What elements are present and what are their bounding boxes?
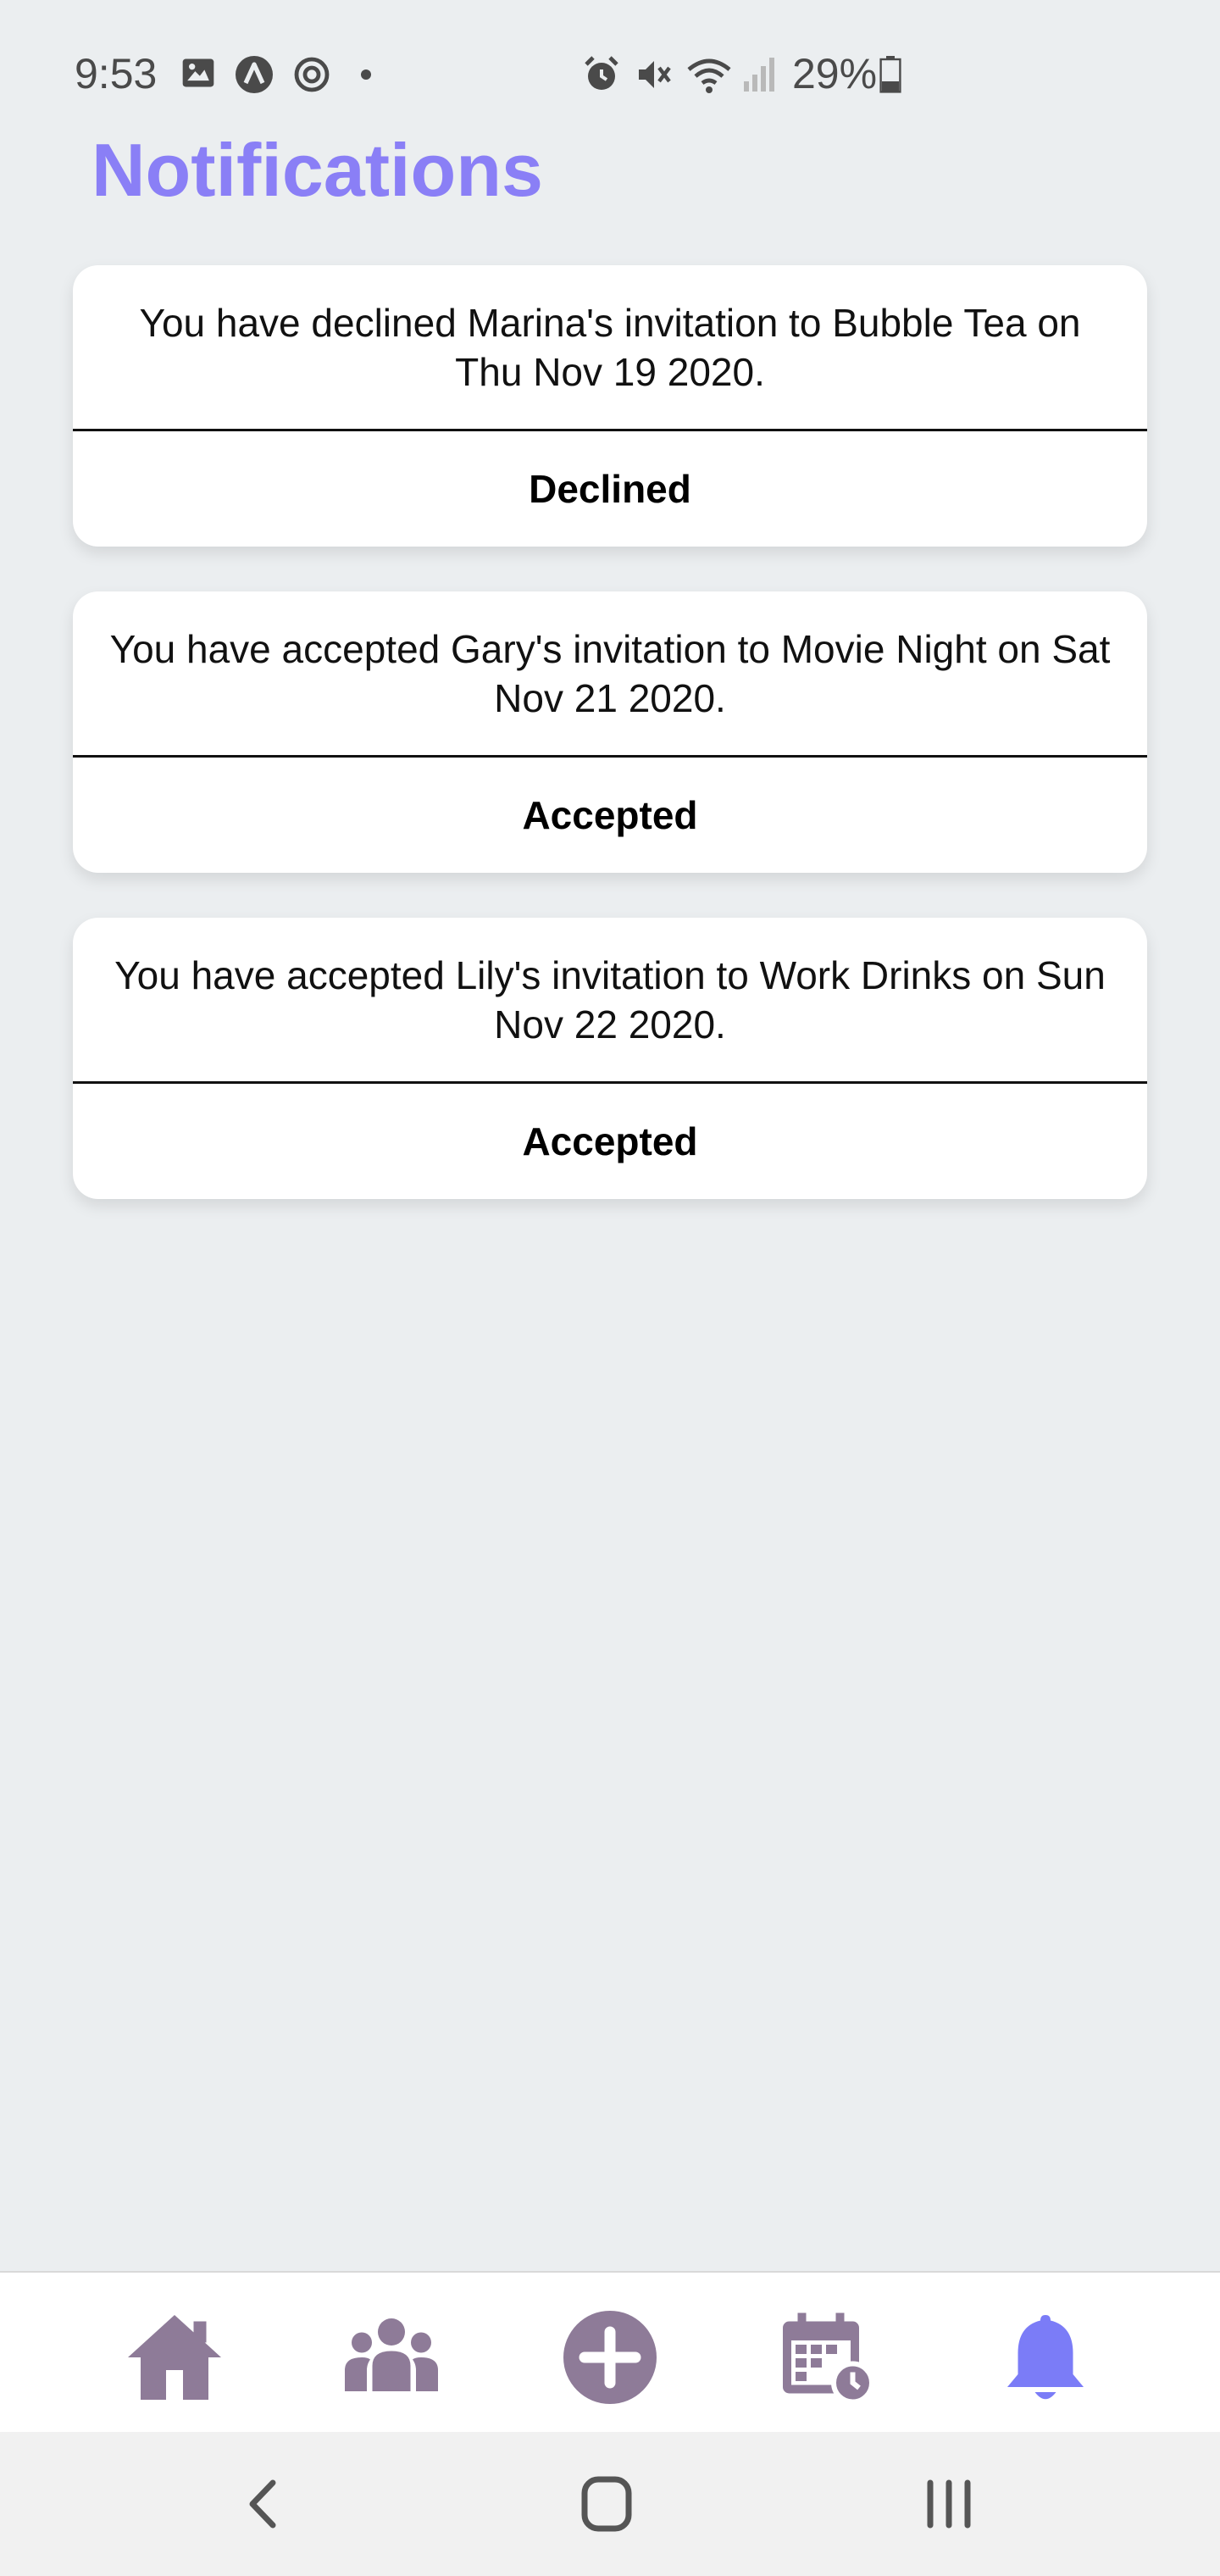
- back-icon[interactable]: [222, 2466, 307, 2542]
- add-icon[interactable]: [559, 2307, 661, 2408]
- calendar-icon[interactable]: [774, 2307, 876, 2408]
- dot-icon: [361, 69, 371, 80]
- bell-icon[interactable]: [995, 2307, 1096, 2408]
- notification-status: Declined: [529, 467, 691, 511]
- page-title: Notifications: [92, 128, 543, 212]
- status-time: 9:53: [75, 50, 158, 97]
- app-icon: [236, 56, 273, 93]
- sync-icon: [294, 57, 330, 92]
- notification-card[interactable]: You have accepted Lily's invitation to W…: [73, 918, 1147, 1199]
- mute-icon: [639, 61, 671, 88]
- signal-icon: [744, 58, 774, 92]
- notification-message: You have accepted Gary's invitation to M…: [109, 626, 1111, 720]
- home-circle-icon[interactable]: [564, 2466, 649, 2542]
- home-icon[interactable]: [124, 2307, 225, 2408]
- battery-percent: 29%: [792, 50, 878, 97]
- wifi-icon: [687, 58, 731, 93]
- gallery-icon: [182, 58, 214, 87]
- recents-icon[interactable]: [907, 2466, 991, 2542]
- notification-status: Accepted: [522, 793, 698, 837]
- alarm-icon: [585, 56, 618, 90]
- notification-message: You have declined Marina's invitation to…: [139, 300, 1081, 394]
- notification-list: You have declined Marina's invitation to…: [73, 265, 1147, 1244]
- system-nav-bar: [0, 2432, 1220, 2576]
- friends-icon[interactable]: [341, 2307, 442, 2408]
- notification-card[interactable]: You have accepted Gary's invitation to M…: [73, 591, 1147, 873]
- notification-card[interactable]: You have declined Marina's invitation to…: [73, 265, 1147, 547]
- bottom-tab-bar: [0, 2271, 1220, 2434]
- notification-message: You have accepted Lily's invitation to W…: [114, 952, 1106, 1046]
- battery-icon: [879, 56, 901, 93]
- notification-status: Accepted: [522, 1119, 698, 1163]
